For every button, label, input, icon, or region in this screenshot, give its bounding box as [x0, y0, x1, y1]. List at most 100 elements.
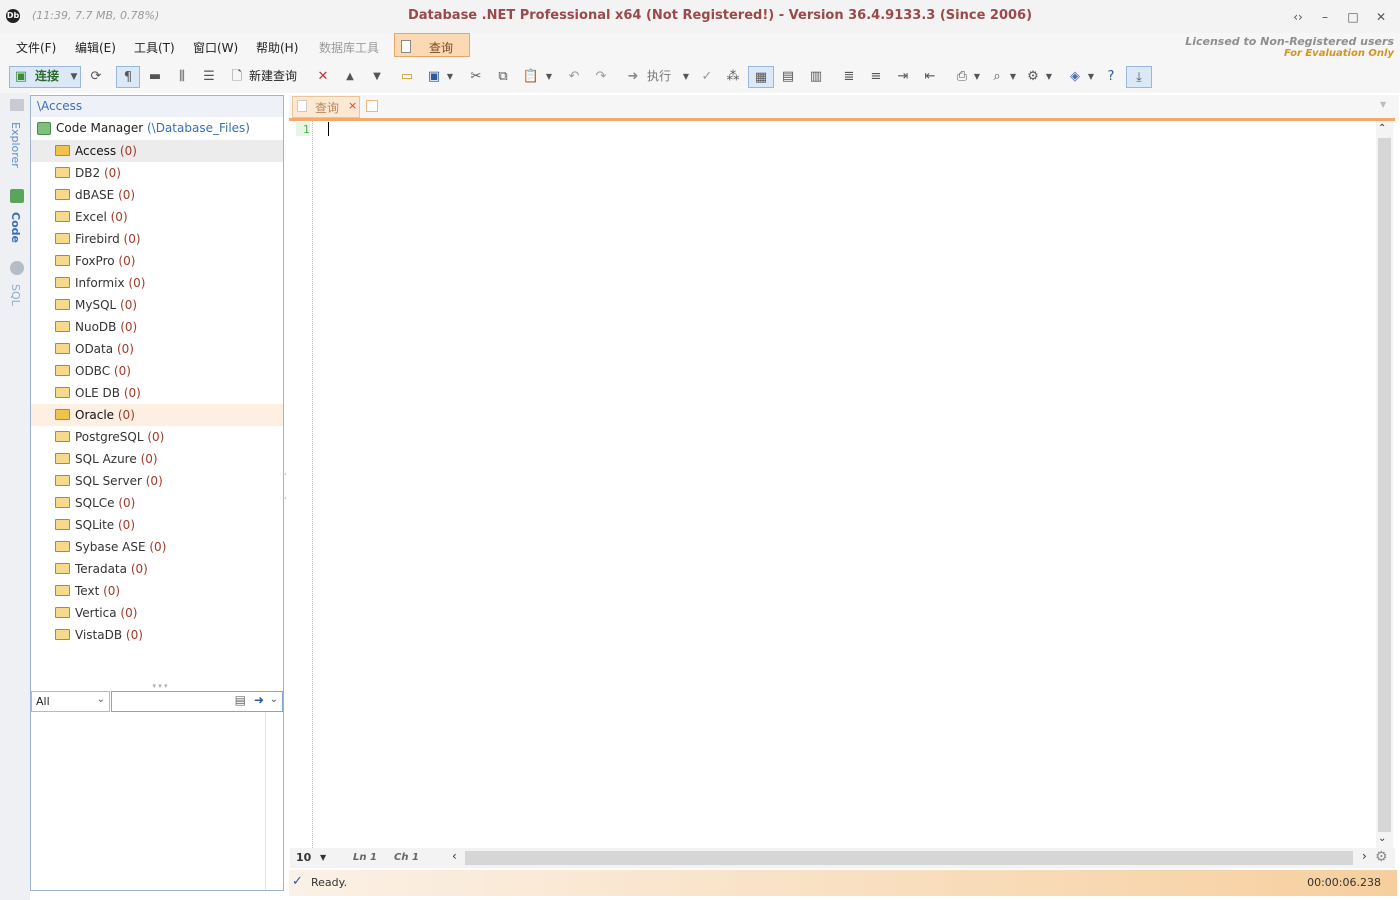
tree-item-mysql[interactable]: MySQL (0) — [31, 294, 283, 316]
delete-query-icon[interactable]: ✕ — [314, 66, 332, 88]
tree-item-vertica[interactable]: Vertica (0) — [31, 602, 283, 624]
tree-item-vistadb[interactable]: VistaDB (0) — [31, 624, 283, 646]
indent-decrease-icon[interactable]: ⇤ — [920, 66, 940, 88]
go-arrow-icon[interactable]: ➜ — [254, 693, 264, 707]
detail-scrollbar[interactable] — [265, 712, 266, 890]
menu-db-tools[interactable]: 数据库工具 — [319, 39, 379, 56]
font-size-dropdown-icon[interactable]: ▼ — [320, 853, 326, 862]
layout-columns-icon[interactable]: ⫼ — [172, 66, 192, 88]
tree-item-odbc[interactable]: ODBC (0) — [31, 360, 283, 382]
results-text-icon[interactable]: ▤ — [778, 66, 798, 88]
panel-toggle-icon[interactable]: ¶ — [116, 66, 140, 88]
find-sql-icon[interactable]: ⌕ — [987, 66, 1007, 88]
menu-tools[interactable]: 工具(T) — [134, 39, 175, 56]
tree-item-firebird[interactable]: Firebird (0) — [31, 228, 283, 250]
print-icon[interactable]: ⎙ — [952, 66, 972, 88]
new-query-icon[interactable]: 🗋 — [228, 66, 246, 88]
tree-item-odata[interactable]: OData (0) — [31, 338, 283, 360]
indent-list-icon[interactable]: ≣ — [839, 66, 859, 88]
indent-increase-icon[interactable]: ⇥ — [893, 66, 913, 88]
open-folder-icon[interactable]: ▭ — [397, 66, 417, 88]
undo-icon[interactable]: ↶ — [565, 66, 583, 88]
check-icon[interactable]: ✓ — [698, 66, 716, 88]
tree-item-excel[interactable]: Excel (0) — [31, 206, 283, 228]
tree-item-teradata[interactable]: Teradata (0) — [31, 558, 283, 580]
filter-select[interactable]: All ⌄ — [31, 691, 110, 712]
vertical-scroll-thumb[interactable] — [1378, 138, 1391, 832]
splitter-handle[interactable]: ▾ ▾ ▾ — [140, 683, 180, 690]
close-button[interactable]: ✕ — [1372, 8, 1390, 26]
database-icon[interactable]: ◈ — [1065, 66, 1085, 88]
format-icon[interactable]: ⁂ — [724, 66, 742, 88]
editor-settings-gear-icon[interactable]: ⚙ — [1375, 849, 1388, 865]
redo-icon[interactable]: ↷ — [592, 66, 610, 88]
execute-dropdown-icon[interactable]: ▼ — [681, 66, 691, 88]
tree-item-text[interactable]: Text (0) — [31, 580, 283, 602]
find-dropdown-icon[interactable]: ▼ — [1008, 66, 1018, 88]
scroll-down-icon[interactable]: ⌄ — [1378, 833, 1386, 844]
tree-item-postgresql[interactable]: PostgreSQL (0) — [31, 426, 283, 448]
maximize-button[interactable]: □ — [1344, 8, 1362, 26]
tree-item-ole-db[interactable]: OLE DB (0) — [31, 382, 283, 404]
save-icon[interactable]: ▣ — [424, 66, 444, 88]
results-grid-icon[interactable]: ▦ — [748, 66, 774, 88]
horizontal-scroll-thumb[interactable] — [465, 851, 1353, 865]
scroll-up-icon[interactable]: ⌃ — [1378, 123, 1386, 134]
font-size-select[interactable]: 10 — [296, 851, 311, 864]
layout-bottom-icon[interactable]: ▬ — [145, 66, 165, 88]
sql-side-tab[interactable]: SQL — [9, 284, 22, 306]
move-up-icon[interactable]: ▲ — [341, 66, 359, 88]
search-input[interactable]: ▤ ➜ ⌄ — [111, 691, 283, 712]
code-manager-root[interactable]: Code Manager (\Database_Files) — [56, 121, 250, 135]
tree-item-access[interactable]: Access (0) — [31, 140, 283, 162]
new-tab-button[interactable] — [366, 100, 378, 112]
scroll-left-icon[interactable]: ‹ — [452, 849, 457, 863]
help-icon[interactable]: ? — [1101, 66, 1121, 88]
search-options-icon[interactable]: ▤ — [235, 693, 246, 707]
menu-file[interactable]: 文件(F) — [16, 39, 56, 56]
code-side-tab[interactable]: Code — [9, 212, 22, 243]
tree-item-informix[interactable]: Informix (0) — [31, 272, 283, 294]
tree-item-db2[interactable]: DB2 (0) — [31, 162, 283, 184]
database-dropdown-icon[interactable]: ▼ — [1086, 66, 1096, 88]
tree-item-dbase[interactable]: dBASE (0) — [31, 184, 283, 206]
tree-item-nuodb[interactable]: NuoDB (0) — [31, 316, 283, 338]
menu-edit[interactable]: 编辑(E) — [75, 39, 116, 56]
move-down-icon[interactable]: ▼ — [368, 66, 386, 88]
tree-item-oracle[interactable]: Oracle (0) — [31, 404, 283, 426]
paste-dropdown-icon[interactable]: ▼ — [544, 66, 554, 88]
settings-gear-icon[interactable]: ⚙ — [1023, 66, 1043, 88]
vertical-splitter[interactable]: ‹ ‹ — [284, 470, 289, 520]
results-file-icon[interactable]: ▥ — [806, 66, 826, 88]
execute-icon[interactable]: ➜ — [626, 66, 640, 88]
tree-item-foxpro[interactable]: FoxPro (0) — [31, 250, 283, 272]
tree-item-sqlce[interactable]: SQLCe (0) — [31, 492, 283, 514]
cut-icon[interactable]: ✂ — [467, 66, 485, 88]
menu-window[interactable]: 窗口(W) — [193, 39, 238, 56]
new-query-button[interactable]: 新建查询 — [249, 67, 297, 84]
minimize-button[interactable]: – — [1316, 8, 1334, 26]
tree-item-sql-server[interactable]: SQL Server (0) — [31, 470, 283, 492]
tab-list-icon[interactable]: ▼ — [1380, 100, 1386, 109]
layout-rows-icon[interactable]: ☰ — [199, 66, 219, 88]
explorer-side-tab[interactable]: Explorer — [9, 122, 22, 168]
print-dropdown-icon[interactable]: ▼ — [972, 66, 982, 88]
comment-icon[interactable]: ≡ — [866, 66, 886, 88]
menu-help[interactable]: 帮助(H) — [256, 39, 298, 56]
sql-editor[interactable] — [290, 121, 1396, 848]
tree-item-sqlite[interactable]: SQLite (0) — [31, 514, 283, 536]
pin-icon[interactable]: ⤓ — [1126, 66, 1152, 88]
save-dropdown-icon[interactable]: ▼ — [445, 66, 455, 88]
paste-icon[interactable]: 📋 — [521, 66, 541, 88]
settings-dropdown-icon[interactable]: ▼ — [1044, 66, 1054, 88]
search-dropdown-icon[interactable]: ⌄ — [270, 694, 278, 705]
tree-item-sybase-ase[interactable]: Sybase ASE (0) — [31, 536, 283, 558]
tree-item-sql-azure[interactable]: SQL Azure (0) — [31, 448, 283, 470]
refresh-icon[interactable]: ⟳ — [87, 66, 105, 88]
close-tab-icon[interactable]: × — [348, 99, 357, 112]
execute-button[interactable]: 执行 — [647, 67, 671, 84]
scroll-right-icon[interactable]: › — [1362, 849, 1367, 863]
connect-dropdown-icon[interactable]: ▼ — [68, 66, 80, 88]
copy-icon[interactable]: ⧉ — [494, 66, 512, 88]
nav-arrows-icon[interactable]: ‹› — [1289, 8, 1307, 26]
